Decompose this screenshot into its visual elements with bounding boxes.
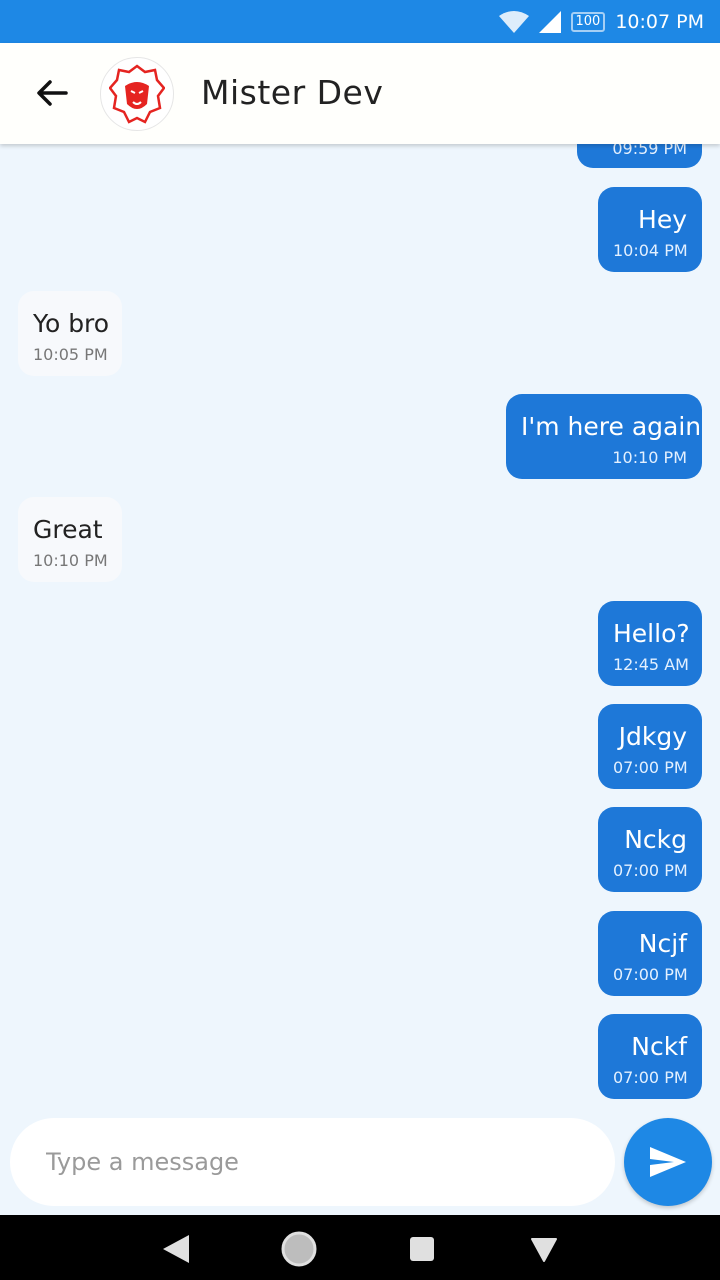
message-time: 09:59 PM <box>612 144 687 158</box>
message-time: 07:00 PM <box>613 965 688 984</box>
nav-recents-button[interactable] <box>402 1229 442 1269</box>
message-bubble-sent[interactable]: Nckf 07:00 PM <box>598 1014 702 1099</box>
status-icons: 100 10:07 PM <box>498 8 704 36</box>
message-composer <box>0 1108 720 1215</box>
message-text: Hello? <box>613 619 690 648</box>
message-bubble-received[interactable]: Great 10:10 PM <box>18 497 122 582</box>
nav-home-button[interactable] <box>279 1229 319 1269</box>
message-text: Jdkgy <box>618 722 687 751</box>
message-time: 07:00 PM <box>613 1068 688 1087</box>
message-list[interactable]: 09:59 PM Hey 10:04 PM Yo bro 10:05 PM I'… <box>0 144 720 1108</box>
chevron-down-icon <box>531 1238 557 1262</box>
avatar[interactable] <box>100 57 174 131</box>
wifi-icon <box>498 11 529 33</box>
send-button[interactable] <box>624 1118 712 1206</box>
square-recents-icon <box>410 1237 434 1261</box>
nav-back-button[interactable] <box>156 1229 196 1269</box>
message-text: Hey <box>638 205 687 234</box>
message-time: 10:10 PM <box>33 551 108 570</box>
message-text: I'm here again <box>521 412 702 441</box>
message-time: 12:45 AM <box>613 655 689 674</box>
message-time: 07:00 PM <box>613 758 688 777</box>
message-time: 10:10 PM <box>612 448 687 467</box>
message-time: 10:04 PM <box>613 241 688 260</box>
arrow-left-icon <box>37 80 68 106</box>
back-button[interactable] <box>28 69 76 117</box>
message-text: Ncjf <box>638 929 687 958</box>
clock: 10:07 PM <box>615 11 704 33</box>
message-text: Yo bro <box>33 309 110 338</box>
battery-level: 100 <box>570 12 606 32</box>
message-text: Great <box>33 515 103 544</box>
message-text: Nckg <box>624 825 687 854</box>
message-bubble-received[interactable]: Yo bro 10:05 PM <box>18 291 122 376</box>
system-nav-bar <box>0 1215 720 1280</box>
triangle-back-icon <box>163 1235 189 1263</box>
message-bubble-sent[interactable]: Jdkgy 07:00 PM <box>598 704 702 789</box>
status-bar: 100 10:07 PM <box>0 0 720 43</box>
message-text: Nckf <box>631 1032 687 1061</box>
contact-name: Mister Dev <box>201 73 384 112</box>
nav-notifications-button[interactable] <box>524 1229 564 1269</box>
signal-icon <box>538 11 561 33</box>
message-bubble-sent[interactable]: Hello? 12:45 AM <box>598 601 702 686</box>
message-bubble-sent[interactable]: Nckg 07:00 PM <box>598 807 702 892</box>
message-time: 10:05 PM <box>33 345 108 364</box>
lion-logo-icon <box>109 64 165 124</box>
circle-home-icon <box>281 1231 317 1267</box>
chat-header: Mister Dev <box>0 43 720 144</box>
message-time: 07:00 PM <box>613 861 688 880</box>
message-bubble-sent[interactable]: I'm here again 10:10 PM <box>506 394 702 479</box>
message-input[interactable] <box>10 1118 615 1206</box>
message-bubble-sent[interactable]: Ncjf 07:00 PM <box>598 911 702 996</box>
message-bubble-sent[interactable]: Hey 10:04 PM <box>598 187 702 272</box>
send-icon <box>650 1147 686 1177</box>
message-bubble-sent[interactable]: 09:59 PM <box>577 144 702 168</box>
